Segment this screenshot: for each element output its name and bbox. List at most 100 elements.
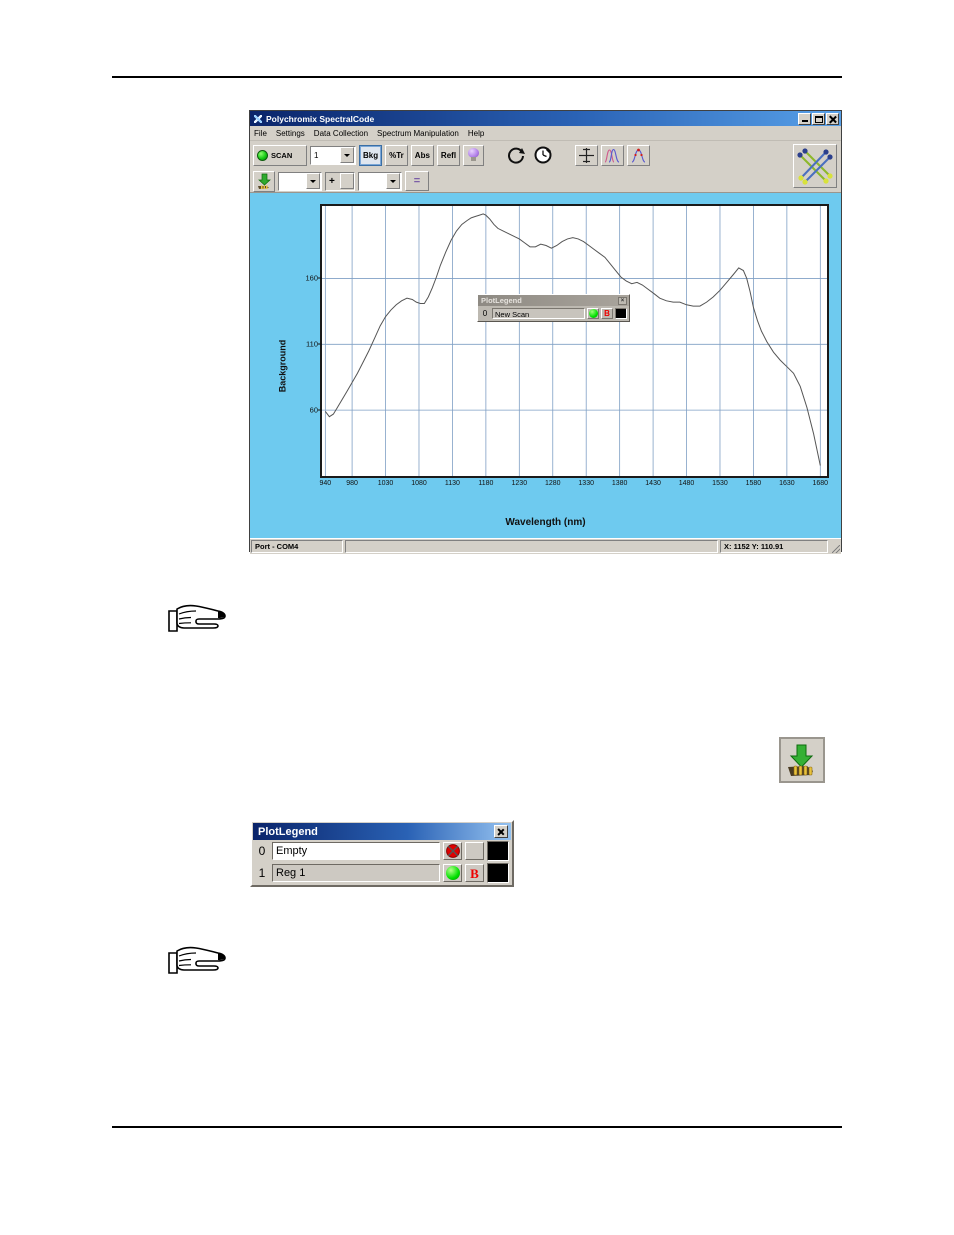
minimize-button[interactable] — [798, 112, 811, 125]
y-tick-label: 60 — [309, 405, 318, 415]
y-tick-label: 110 — [306, 339, 318, 349]
x-tick-label: 980 — [346, 480, 358, 487]
mode-button-reflectance[interactable]: Refl — [436, 144, 461, 166]
operand-a-combo[interactable] — [278, 171, 322, 191]
menu-bar: File Settings Data Collection Spectrum M… — [250, 126, 841, 141]
close-icon[interactable]: × — [618, 296, 627, 305]
trace-color-swatch[interactable] — [487, 863, 509, 883]
network-button[interactable] — [793, 144, 837, 188]
plot-legend-inline-title: PlotLegend — [481, 296, 522, 305]
scan-status-led-icon — [257, 149, 268, 161]
plot-legend-inline-row-index: 0 — [482, 309, 488, 318]
menu-item-help[interactable]: Help — [468, 129, 484, 138]
background-flag-button[interactable] — [465, 842, 484, 860]
x-tick-label: 1530 — [712, 480, 728, 487]
menu-item-spectrum-manipulation[interactable]: Spectrum Manipulation — [377, 129, 459, 138]
status-coordinates: X: 1152 Y: 110.91 — [720, 540, 828, 553]
menu-item-file[interactable]: File — [254, 129, 267, 138]
x-axis-label: Wavelength (nm) — [505, 517, 586, 528]
mode-button-bkg-label: Bkg — [363, 150, 379, 160]
pointing-hand-icon — [168, 604, 226, 632]
chevron-down-icon[interactable] — [306, 173, 320, 189]
plot-area[interactable]: Background Wavelength (nm) 60 110 160 940 9… — [250, 193, 841, 538]
lamp-button[interactable] — [463, 144, 485, 166]
plot-legend-dialog-title-bar: PlotLegend — [253, 823, 511, 840]
toolbar-row-secondary: + = — [253, 169, 838, 193]
row-index: 0 — [258, 844, 266, 858]
operand-b-combo[interactable] — [358, 171, 402, 191]
download-to-hand-icon — [788, 744, 814, 776]
green-dot-icon[interactable] — [587, 308, 599, 319]
x-tick-label: 1430 — [645, 480, 661, 487]
background-flag-button[interactable]: B — [465, 864, 484, 882]
close-icon[interactable] — [494, 825, 508, 838]
plot-canvas[interactable]: 60 110 160 940 980 1030 1080 1130 1180 1230 1280 1… — [305, 204, 829, 487]
menu-item-data-collection[interactable]: Data Collection — [314, 129, 368, 138]
download-to-hand-icon — [257, 173, 271, 189]
overlay-spectra-button[interactable] — [601, 144, 625, 166]
plot-legend-dialog-title: PlotLegend — [258, 825, 318, 838]
menu-item-settings[interactable]: Settings — [276, 129, 305, 138]
scan-button[interactable]: SCAN — [253, 144, 307, 166]
chevron-down-icon[interactable] — [340, 147, 354, 163]
x-tick-label: 1380 — [611, 480, 628, 487]
download-icon-figure — [779, 737, 825, 783]
operator-value: + — [329, 175, 335, 187]
background-flag-button[interactable]: B — [601, 308, 613, 319]
mode-button-percent-transmission-label: %Tr — [389, 150, 404, 160]
peak-pick-button[interactable] — [627, 144, 651, 166]
mode-button-percent-transmission[interactable]: %Tr — [385, 144, 408, 166]
pointing-hand-icon — [168, 946, 226, 974]
row-name-input[interactable]: Empty — [272, 842, 440, 860]
lightbulb-icon — [468, 148, 480, 162]
status-port: Port - COM4 — [251, 540, 343, 553]
plot-legend-inline-title-bar: PlotLegend × — [478, 295, 629, 306]
plot-legend-inline-row-name[interactable]: New Scan — [492, 308, 585, 319]
status-bar: Port - COM4 X: 1152 Y: 110.91 — [250, 538, 841, 554]
x-tick-label: 1280 — [544, 480, 561, 487]
maximize-button[interactable] — [812, 112, 825, 125]
application-window: Polychromix SpectralCode File Settings D… — [249, 110, 842, 554]
x-tick-label: 1630 — [779, 480, 795, 487]
background-flag-label: B — [604, 308, 610, 318]
plot-legend-dialog-row-0[interactable]: 0 Empty — [253, 840, 511, 862]
refresh-button[interactable] — [504, 144, 528, 166]
trace-color-swatch[interactable] — [615, 308, 627, 319]
plot-legend-inline-row[interactable]: 0 New Scan B — [478, 306, 629, 321]
note-marker-1 — [166, 600, 228, 638]
mode-button-bkg[interactable]: Bkg — [359, 144, 383, 166]
x-tick-label: 1580 — [745, 480, 762, 487]
plot-legend-inline[interactable]: PlotLegend × 0 New Scan B — [477, 294, 630, 322]
x-tick-label: 1180 — [478, 480, 494, 487]
row-name-input[interactable]: Reg 1 — [272, 864, 440, 882]
equals-button[interactable]: = — [405, 171, 429, 191]
y-tick-label: 160 — [305, 273, 318, 283]
chevron-down-icon[interactable] — [386, 173, 400, 189]
plot-legend-dialog-row-1[interactable]: 1 Reg 1 B — [253, 862, 511, 884]
plot-legend-dialog[interactable]: PlotLegend 0 Empty 1 Reg 1 B — [250, 820, 514, 887]
mode-button-absorbance[interactable]: Abs — [410, 144, 434, 166]
overlay-peaks-icon — [604, 148, 620, 163]
window-title: Polychromix SpectralCode — [266, 113, 375, 124]
mode-button-absorbance-label: Abs — [414, 150, 430, 160]
chevron-down-icon[interactable] — [340, 173, 354, 189]
window-controls — [798, 112, 839, 125]
equals-button-label: = — [413, 175, 421, 187]
y-tick-mark — [318, 277, 322, 279]
pan-zoom-button[interactable] — [575, 144, 599, 166]
scan-count-combo[interactable]: 1 — [310, 145, 356, 165]
close-button[interactable] — [826, 112, 839, 125]
x-tick-label: 1080 — [411, 480, 427, 487]
green-dot-icon[interactable] — [443, 864, 462, 882]
trace-color-swatch[interactable] — [487, 841, 509, 861]
y-tick-mark — [318, 409, 322, 411]
app-spectral-icon — [253, 114, 263, 124]
timer-button[interactable] — [531, 144, 555, 166]
scan-button-label: SCAN — [271, 150, 293, 160]
operator-combo[interactable]: + — [325, 171, 355, 191]
red-x-dot-icon[interactable] — [443, 842, 462, 860]
status-message — [345, 540, 718, 553]
resize-grip[interactable] — [830, 540, 840, 553]
x-tick-label: 1130 — [444, 480, 460, 487]
download-button[interactable] — [253, 170, 275, 192]
